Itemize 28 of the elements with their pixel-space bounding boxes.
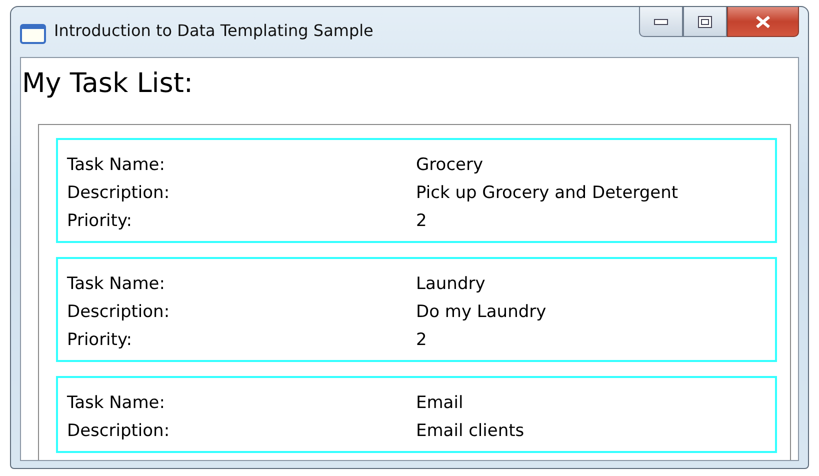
task-item[interactable]: Task Name: Laundry Description: Do my Laundry Priority: 2 [56,257,777,362]
task-item[interactable]: Task Name: Email Description: Email clients [56,376,777,453]
field-value: Email [416,392,464,415]
field-label: Priority: [67,329,133,352]
task-item[interactable]: Task Name: Grocery Description: Pick up Grocery and Detergent Priority: 2 [56,138,777,243]
field-label: Description: [67,182,171,205]
field-label: Description: [67,420,171,443]
close-button[interactable] [727,7,799,37]
maximize-icon [698,16,712,28]
field-value: 2 [416,329,428,352]
field-label: Priority: [67,210,133,233]
page-heading: My Task List: [21,67,194,101]
field-value: 2 [416,210,428,233]
maximize-button[interactable] [683,7,727,37]
minimize-button[interactable] [639,7,683,37]
field-label: Task Name: [67,154,166,177]
field-value: Laundry [416,273,486,296]
field-label: Task Name: [67,273,166,296]
window-icon [20,24,46,44]
field-label: Task Name: [67,392,166,415]
field-value: Do my Laundry [416,301,548,324]
window-title: Introduction to Data Templating Sample [54,21,374,40]
field-value: Grocery [416,154,484,177]
minimize-icon [654,18,668,24]
close-icon [755,16,771,28]
field-label: Description: [67,301,171,324]
field-value: Pick up Grocery and Detergent [416,182,680,205]
field-value: Email clients [416,420,526,443]
